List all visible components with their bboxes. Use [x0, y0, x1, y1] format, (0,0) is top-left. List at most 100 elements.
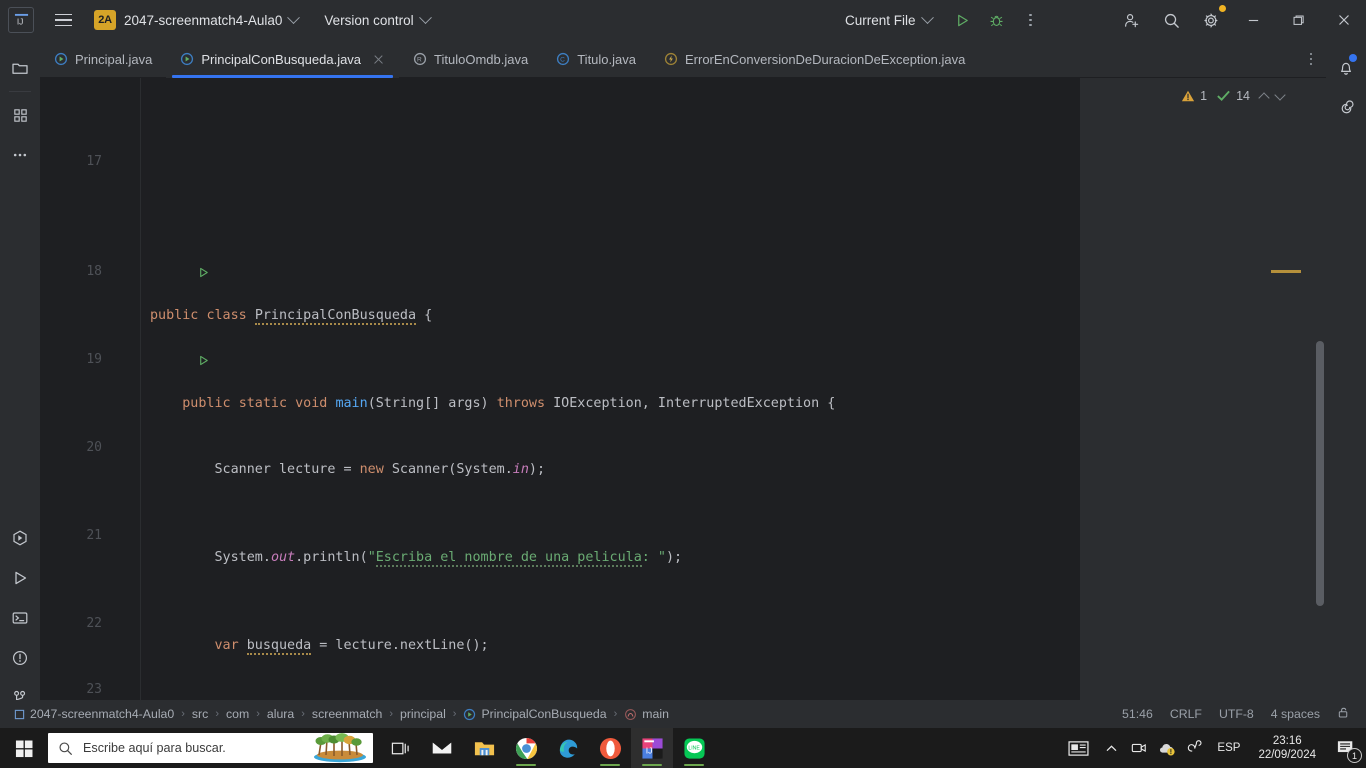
- taskbar-app-mail[interactable]: [421, 728, 463, 768]
- project-name-dropdown[interactable]: 2047-screenmatch4-Aula0: [124, 10, 301, 28]
- taskbar-search-input[interactable]: Escribe aquí para buscar.: [83, 741, 226, 755]
- intellij-idea-logo-icon[interactable]: IJ: [8, 7, 34, 33]
- taskbar-app-file-explorer[interactable]: [463, 728, 505, 768]
- taskbar-app-opera[interactable]: [589, 728, 631, 768]
- taskbar-app-microsoft-edge[interactable]: [547, 728, 589, 768]
- maximize-window-button[interactable]: [1276, 0, 1321, 40]
- notification-center-button[interactable]: 1: [1326, 728, 1366, 768]
- breadcrumb-item-com[interactable]: com: [222, 707, 253, 721]
- add-collaborator-button[interactable]: [1111, 0, 1151, 40]
- breadcrumb-item-principal[interactable]: principal: [396, 707, 450, 721]
- clock-and-date[interactable]: 23:16 22/09/2024: [1248, 734, 1326, 762]
- minimize-window-button[interactable]: [1231, 0, 1276, 40]
- sidebar-item-project[interactable]: [0, 48, 40, 88]
- taskbar-app-intellij-idea[interactable]: IJ: [631, 728, 673, 768]
- code-editor[interactable]: 17 18 public class PrincipalConBusqueda …: [40, 78, 1326, 700]
- search-icon: [58, 741, 73, 756]
- audio-device-icon: [1188, 740, 1202, 752]
- unlocked-padlock-icon[interactable]: [1337, 706, 1350, 722]
- sidebar-item-structure[interactable]: [0, 95, 40, 135]
- breadcrumb-item-src[interactable]: src: [188, 707, 212, 721]
- sidebar-item-run[interactable]: [0, 558, 40, 598]
- run-gutter-icon[interactable]: [116, 243, 208, 278]
- editor-vertical-scrollbar[interactable]: [1316, 341, 1324, 606]
- version-control-dropdown[interactable]: Version control: [324, 10, 432, 28]
- breadcrumb-separator: ›: [256, 708, 260, 720]
- sidebar-item-terminal[interactable]: [0, 598, 40, 638]
- line-number: 18: [86, 264, 102, 279]
- run-button[interactable]: [948, 5, 978, 35]
- editor-tab-principalconbusqueda[interactable]: PrincipalConBusqueda.java: [166, 40, 400, 78]
- onedrive-tray-icon[interactable]: [1153, 728, 1181, 768]
- method-icon: [625, 708, 637, 720]
- close-icon[interactable]: [372, 53, 385, 66]
- taskbar-app-google-chrome[interactable]: [505, 728, 547, 768]
- code-content[interactable]: 17 18 public class PrincipalConBusqueda …: [40, 85, 1080, 768]
- inspection-widget[interactable]: 1 14: [1181, 88, 1286, 103]
- code-text: public class PrincipalConBusqueda {: [150, 308, 433, 325]
- chevron-down-icon: [287, 10, 301, 24]
- editor-tab-list-button[interactable]: [1296, 40, 1326, 78]
- run-gutter-icon[interactable]: [116, 331, 208, 366]
- title-bar-left: IJ 2A 2047-screenmatch4-Aula0 Version co…: [0, 0, 432, 40]
- line-number: 19: [86, 352, 102, 367]
- search-everywhere-button[interactable]: [1151, 0, 1191, 40]
- error-stripe-warning-marker[interactable]: [1271, 270, 1301, 273]
- breadcrumb-separator: ›: [452, 708, 457, 720]
- sidebar-item-services[interactable]: [0, 518, 40, 558]
- chevron-down-icon[interactable]: [1275, 90, 1286, 101]
- breadcrumb-item-alura[interactable]: alura: [263, 707, 298, 721]
- breadcrumb-item-class[interactable]: PrincipalConBusqueda: [459, 707, 610, 721]
- edge-icon: [559, 739, 577, 758]
- editor-tab-errorenconversion[interactable]: ErrorEnConversionDeDuracionDeException.j…: [650, 40, 979, 78]
- taskbar-app-line[interactable]: LINE: [673, 728, 715, 768]
- close-window-button[interactable]: [1321, 0, 1366, 40]
- task-view-button[interactable]: [379, 728, 421, 768]
- sidebar-item-more-tool-windows[interactable]: [0, 135, 40, 175]
- breadcrumb-label: screenmatch: [311, 707, 383, 721]
- svg-text:LINE: LINE: [688, 745, 700, 751]
- run-toolbar: Current File: [845, 0, 1046, 40]
- breadcrumb-separator: ›: [389, 708, 393, 720]
- taskbar-search-box[interactable]: Escribe aquí para buscar.: [48, 733, 373, 763]
- chevron-up-icon[interactable]: [1259, 90, 1270, 101]
- terminal-icon: [12, 612, 28, 624]
- settings-button[interactable]: [1191, 0, 1231, 40]
- camera-tray-icon[interactable]: [1125, 728, 1153, 768]
- editor-tab-label: TituloOmdb.java: [434, 51, 529, 67]
- breadcrumb-item-project[interactable]: 2047-screenmatch4-Aula0: [10, 707, 178, 721]
- sidebar-item-notifications[interactable]: [1326, 48, 1366, 88]
- breadcrumb-separator: ›: [181, 708, 185, 720]
- language-indicator[interactable]: ESP: [1209, 742, 1248, 754]
- editor-tab-principal[interactable]: Principal.java: [40, 40, 166, 78]
- editor-tab-label: Principal.java: [75, 51, 153, 67]
- run-configuration-selector[interactable]: Current File: [845, 10, 934, 28]
- show-hidden-icons-button[interactable]: [1097, 728, 1125, 768]
- caret-position-indicator[interactable]: 51:46: [1122, 707, 1153, 721]
- chevron-down-icon: [418, 10, 432, 24]
- breadcrumb-label: main: [642, 707, 669, 721]
- java-class-runnable-icon: [181, 52, 194, 66]
- more-vertical-icon: [1029, 13, 1032, 27]
- news-and-interests-button[interactable]: [1059, 728, 1097, 768]
- more-run-options-button[interactable]: [1016, 5, 1046, 35]
- sidebar-item-ai-assistant[interactable]: [1326, 88, 1366, 128]
- breadcrumb-item-screenmatch[interactable]: screenmatch: [308, 707, 386, 721]
- editor-tab-tituloomdb[interactable]: R TituloOmdb.java: [399, 40, 542, 78]
- encoding-indicator[interactable]: UTF-8: [1219, 707, 1254, 721]
- search-highlight-image: [307, 733, 373, 763]
- hamburger-menu-icon[interactable]: [46, 4, 80, 36]
- mail-envelope-icon: [432, 742, 452, 754]
- indent-indicator[interactable]: 4 spaces: [1271, 707, 1320, 721]
- breadcrumb-item-method[interactable]: main: [620, 707, 673, 721]
- start-button[interactable]: [0, 728, 48, 768]
- audio-device-tray-icon[interactable]: [1181, 728, 1209, 768]
- system-tray: ESP 23:16 22/09/2024 1: [1059, 728, 1366, 768]
- line-separator-indicator[interactable]: CRLF: [1170, 707, 1202, 721]
- title-bar-right: [1111, 0, 1366, 40]
- folder-explorer-icon: [474, 741, 494, 755]
- grid-squares-icon: [13, 108, 27, 122]
- editor-tab-titulo[interactable]: C Titulo.java: [542, 40, 650, 78]
- sidebar-item-problems[interactable]: [0, 638, 40, 678]
- debug-button[interactable]: [982, 5, 1012, 35]
